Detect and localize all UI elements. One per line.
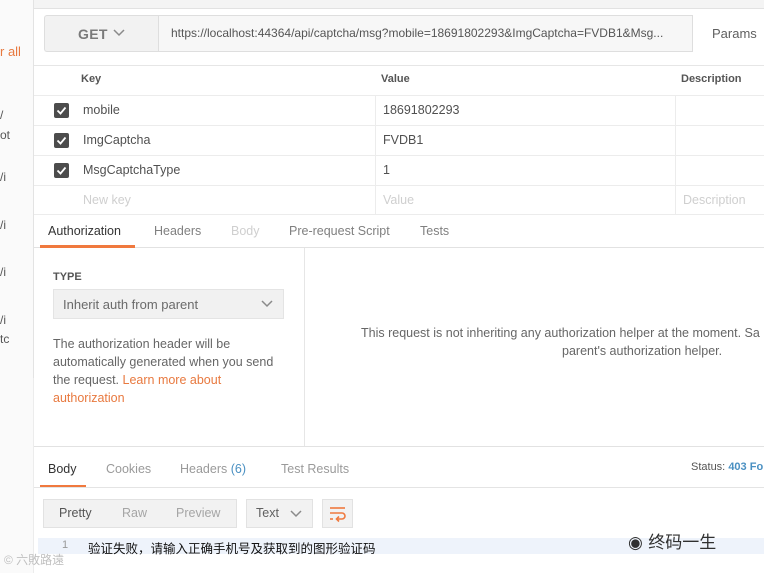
checkmark-icon — [56, 166, 67, 175]
response-body-text: 验证失败，请输入正确手机号及获取到的图形验证码 — [88, 541, 376, 556]
chevron-down-icon — [290, 510, 302, 518]
param-checkbox-msgcaptchatype[interactable] — [54, 163, 69, 178]
table-border — [34, 65, 764, 66]
history-item-fragment[interactable]: /i — [0, 170, 6, 184]
tab-body[interactable]: Body — [231, 224, 260, 238]
status-label: Status: — [691, 461, 726, 473]
history-item-fragment[interactable]: /i — [0, 265, 6, 279]
auth-helper-message: This request is not inheriting any autho… — [361, 326, 760, 340]
tab-pre-request-script[interactable]: Pre-request Script — [289, 224, 390, 238]
response-type-value: Text — [256, 506, 279, 520]
param-value[interactable]: 18691802293 — [383, 103, 459, 117]
checkmark-icon — [56, 136, 67, 145]
params-button[interactable]: Params — [712, 26, 757, 41]
tab-tests[interactable]: Tests — [420, 224, 449, 238]
clear-all-link[interactable]: r all — [0, 44, 21, 59]
response-divider — [34, 446, 764, 447]
wrap-lines-button[interactable] — [322, 499, 353, 528]
tabs-divider — [34, 247, 764, 248]
wrap-lines-icon — [330, 507, 346, 523]
tab-headers[interactable]: Headers — [154, 224, 201, 238]
column-divider — [675, 95, 676, 214]
column-header-key: Key — [81, 73, 102, 85]
history-item-fragment[interactable]: tc — [0, 332, 9, 346]
response-tab-headers[interactable]: Headers (6) — [180, 462, 246, 476]
format-raw-button[interactable]: Raw — [122, 506, 147, 520]
param-value[interactable]: 1 — [383, 163, 390, 177]
row-divider — [34, 125, 764, 126]
request-tabs-strip — [34, 0, 764, 9]
column-divider — [375, 95, 376, 214]
url-text: https://localhost:44364/api/captcha/msg?… — [171, 26, 664, 40]
tab-authorization[interactable]: Authorization — [48, 224, 121, 238]
response-tabs-divider — [34, 487, 764, 488]
watermark-right: ◉ 终码一生 — [628, 533, 717, 553]
format-preview-button[interactable]: Preview — [176, 506, 220, 520]
line-number: 1 — [62, 539, 69, 551]
column-header-description: Description — [681, 73, 742, 85]
sidebar-divider-lower — [33, 378, 34, 573]
response-status: Status: 403 Fo — [691, 461, 763, 473]
new-value-input[interactable]: Value — [383, 193, 414, 207]
new-key-input[interactable]: New key — [83, 193, 131, 207]
checkmark-icon — [56, 106, 67, 115]
response-tab-headers-label: Headers — [180, 462, 228, 476]
response-tab-test-results[interactable]: Test Results — [281, 462, 349, 476]
headers-count-badge: (6) — [230, 462, 247, 476]
history-item-fragment[interactable]: /i — [0, 218, 6, 232]
new-description-input[interactable]: Description — [683, 193, 746, 207]
param-value[interactable]: FVDB1 — [383, 133, 423, 147]
status-value: 403 Fo — [728, 461, 764, 473]
sidebar-divider — [33, 0, 34, 378]
history-item-fragment[interactable]: / — [0, 108, 3, 122]
param-key[interactable]: ImgCaptcha — [83, 133, 150, 147]
column-header-value: Value — [381, 73, 410, 85]
row-divider — [34, 214, 764, 215]
param-checkbox-imgcaptcha[interactable] — [54, 133, 69, 148]
row-divider — [34, 95, 764, 96]
auth-description: The authorization header will be automat… — [53, 335, 293, 407]
auth-type-value: Inherit auth from parent — [63, 297, 199, 312]
active-tab-indicator — [40, 245, 135, 248]
param-key[interactable]: mobile — [83, 103, 120, 117]
watermark-left: © 六敗路遠 — [4, 553, 65, 567]
chevron-down-icon — [261, 300, 273, 308]
response-tab-body[interactable]: Body — [48, 462, 77, 476]
history-item-fragment[interactable]: /i — [0, 313, 6, 327]
history-item-fragment[interactable]: ot — [0, 128, 10, 142]
auth-type-label: TYPE — [53, 271, 82, 283]
auth-helper-message-cont: parent's authorization helper. — [562, 344, 723, 358]
format-pretty-button[interactable]: Pretty — [59, 506, 92, 520]
param-checkbox-mobile[interactable] — [54, 103, 69, 118]
row-divider — [34, 155, 764, 156]
collections-sidebar — [0, 0, 33, 573]
param-key[interactable]: MsgCaptchaType — [83, 163, 180, 177]
chevron-down-icon — [113, 29, 125, 37]
method-label: GET — [78, 26, 108, 42]
auth-panel-divider — [304, 248, 305, 446]
response-tab-cookies[interactable]: Cookies — [106, 462, 151, 476]
row-divider — [34, 185, 764, 186]
